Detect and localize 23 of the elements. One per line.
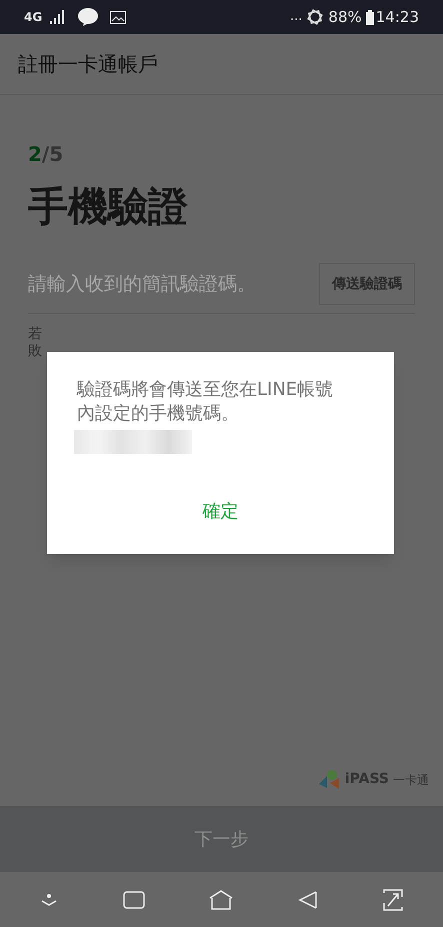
helper-text: 敗 xyxy=(28,343,43,360)
home-icon[interactable] xyxy=(209,890,234,910)
confirm-button[interactable]: 確定 xyxy=(194,494,246,529)
expand-icon[interactable] xyxy=(382,888,403,910)
signal-icon xyxy=(50,10,66,24)
battery-icon xyxy=(366,10,374,24)
step-current: 2 xyxy=(28,141,42,168)
recent-apps-icon[interactable] xyxy=(122,890,145,908)
page-heading: 手機驗證 xyxy=(28,183,189,232)
battery-percent: 88% xyxy=(328,6,362,28)
back-icon[interactable] xyxy=(298,890,318,910)
rotate-icon xyxy=(306,8,324,26)
hide-keyboard-icon[interactable] xyxy=(40,892,58,906)
image-icon xyxy=(110,10,126,24)
app-bar-title: 註冊一卡通帳戶 xyxy=(18,51,158,78)
more-indicator: ... xyxy=(290,8,302,26)
network-label: 4G xyxy=(24,9,42,26)
dialog-message: 驗證碼將會傳送至您在LINE帳號內設定的手機號碼。 xyxy=(77,378,334,426)
send-code-button[interactable]: 傳送驗證碼 xyxy=(319,263,415,305)
chat-bubble-icon xyxy=(78,8,98,26)
logo-icon xyxy=(316,770,341,790)
clock: 14:23 xyxy=(376,6,419,28)
code-input-field[interactable]: 請輸入收到的簡訊驗證碼。 xyxy=(28,270,319,298)
